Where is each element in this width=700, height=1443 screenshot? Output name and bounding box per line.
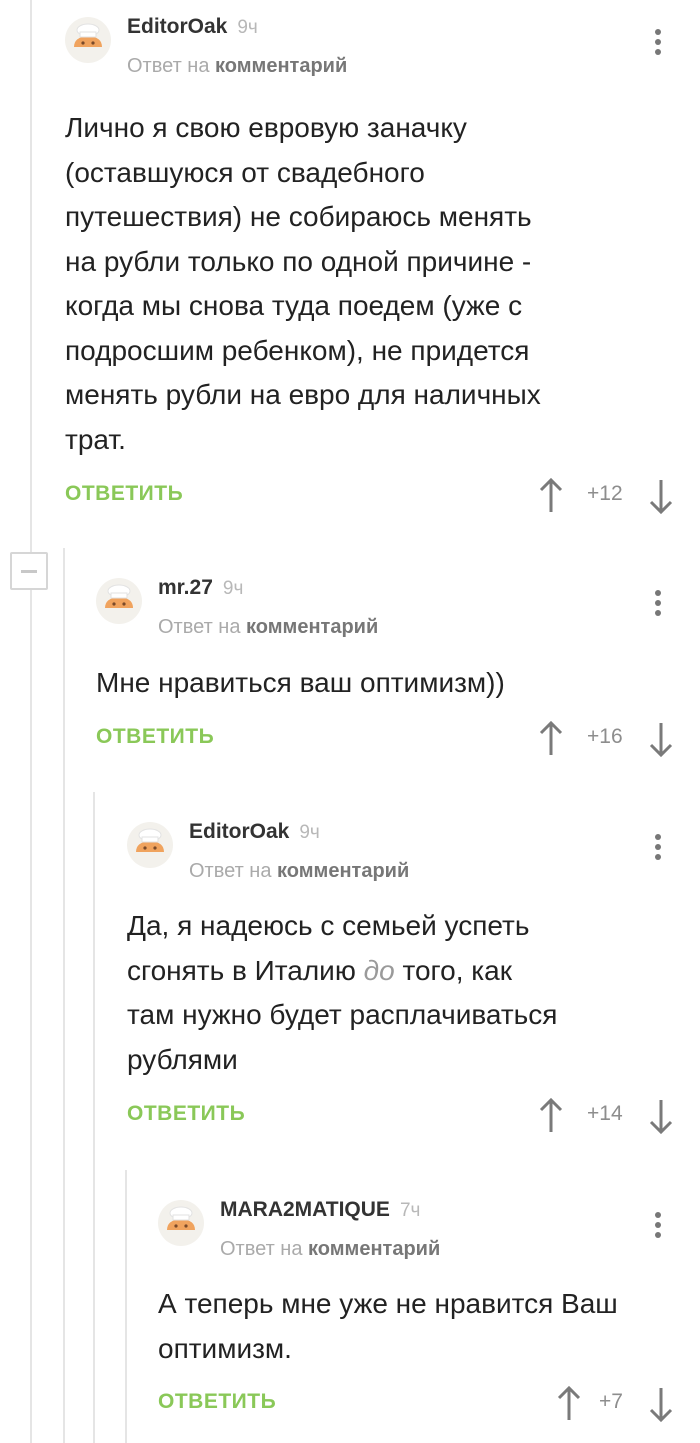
- reply-button[interactable]: ОТВЕТИТЬ: [158, 1390, 276, 1414]
- more-vertical-icon[interactable]: [653, 29, 663, 59]
- comment-score: +12: [587, 482, 623, 505]
- comment-time: 9ч: [222, 578, 244, 599]
- arrow-up-icon[interactable]: [555, 1384, 583, 1424]
- thread-line-level-1-lower: [30, 590, 32, 1443]
- more-vertical-icon[interactable]: [653, 590, 663, 620]
- arrow-up-icon[interactable]: [537, 1096, 565, 1136]
- comment-author[interactable]: MARA2MATIQUE 7ч: [220, 1198, 420, 1222]
- arrow-up-icon[interactable]: [537, 476, 565, 516]
- reply-to-link[interactable]: Ответ на комментарий: [158, 616, 378, 639]
- comment-text-line-emphasis: сгонять в Италию до того, как: [127, 954, 512, 986]
- avatar-chef-icon[interactable]: [96, 578, 142, 624]
- comment-actions: ОТВЕТИТЬ +12: [65, 477, 677, 522]
- comment-time: 9ч: [237, 17, 258, 38]
- comment-score: +14: [587, 1102, 623, 1125]
- avatar-chef-icon[interactable]: [65, 17, 111, 63]
- arrow-up-icon[interactable]: [537, 719, 565, 759]
- comment-text: Да, я надеюсь с семьей успеть сгонять в …: [127, 904, 672, 1082]
- reply-button[interactable]: ОТВЕТИТЬ: [96, 725, 214, 749]
- comment-time: 7ч: [399, 1200, 421, 1221]
- reply-button[interactable]: ОТВЕТИТЬ: [127, 1102, 245, 1126]
- avatar-chef-icon[interactable]: [127, 822, 173, 868]
- thread-line-level-3: [93, 792, 95, 1443]
- comment-text: Мне нравиться ваш оптимизм)): [96, 667, 505, 698]
- comment-actions: ОТВЕТИТЬ +7: [158, 1385, 677, 1430]
- comment-score: +7: [599, 1390, 623, 1413]
- vote-controls: +16: [537, 719, 677, 759]
- arrow-down-icon[interactable]: [647, 1096, 675, 1136]
- more-vertical-icon[interactable]: [653, 1212, 663, 1242]
- arrow-down-icon[interactable]: [647, 719, 675, 759]
- vote-controls: +14: [537, 1096, 677, 1136]
- comment-author[interactable]: EditorOak 9ч: [189, 820, 320, 844]
- comment-actions: ОТВЕТИТЬ +16: [96, 720, 677, 765]
- more-vertical-icon[interactable]: [653, 834, 663, 864]
- thread-line-level-2: [63, 548, 65, 1443]
- comment-text: А теперь мне уже не нравится Ваш оптимизм…: [158, 1288, 618, 1364]
- reply-to-link[interactable]: Ответ на комментарий: [189, 860, 409, 883]
- vote-controls: +7: [555, 1384, 677, 1424]
- reply-button[interactable]: ОТВЕТИТЬ: [65, 482, 183, 506]
- arrow-down-icon[interactable]: [647, 1384, 675, 1424]
- comment-author[interactable]: EditorOak 9ч: [127, 15, 258, 39]
- reply-to-link[interactable]: Ответ на комментарий: [220, 1238, 440, 1261]
- comment-time: 9ч: [299, 822, 320, 843]
- collapse-minus-icon[interactable]: [10, 552, 48, 590]
- comment-author[interactable]: mr.27 9ч: [158, 576, 243, 600]
- avatar-chef-icon[interactable]: [158, 1200, 204, 1246]
- thread-line-level-4: [125, 1170, 127, 1443]
- comment-text: Лично я свою евровую заначку (оставшуюся …: [65, 112, 541, 455]
- thread-line-level-1: [30, 0, 32, 553]
- arrow-down-icon[interactable]: [647, 476, 675, 516]
- reply-to-link[interactable]: Ответ на комментарий: [127, 55, 347, 78]
- comment-actions: ОТВЕТИТЬ +14: [127, 1097, 677, 1142]
- comment-score: +16: [587, 725, 623, 748]
- vote-controls: +12: [537, 476, 677, 516]
